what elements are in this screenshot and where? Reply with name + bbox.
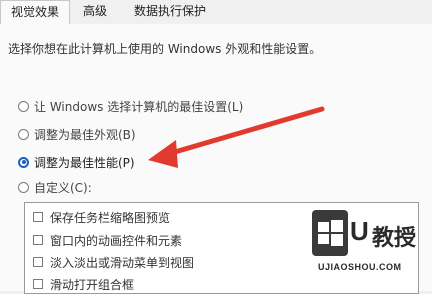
radio-custom[interactable]: 自定义(C): (18, 177, 92, 197)
checkbox-label: 淡入淡出或滑动菜单到视图 (50, 255, 195, 270)
watermark-brand-letter: U (350, 216, 369, 246)
checkbox-label: 窗口内的动画控件和元素 (50, 233, 183, 248)
checkbox-label: 保存任务栏缩略图预览 (50, 210, 171, 225)
checkbox-icon[interactable] (33, 257, 43, 267)
radio-label: 让 Windows 选择计算机的最佳设置(L) (34, 99, 244, 114)
radio-label: 调整为最佳外观(B) (34, 127, 136, 142)
radio-button-selected-icon[interactable] (18, 156, 29, 168)
intro-text: 选择你想在此计算机上使用的 Windows 外观和性能设置。 (8, 42, 322, 56)
tab-advanced[interactable]: 高级 (76, 0, 114, 23)
watermark-brand-text: 教授 (372, 226, 417, 251)
radio-button-icon[interactable] (18, 181, 29, 193)
radio-button-icon[interactable] (18, 128, 29, 140)
radio-best-performance[interactable]: 调整为最佳性能(P) (18, 152, 135, 172)
radio-label: 调整为最佳性能(P) (34, 155, 135, 170)
checkbox-icon[interactable] (33, 212, 43, 222)
radio-let-windows-choose[interactable]: 让 Windows 选择计算机的最佳设置(L) (18, 96, 243, 116)
list-item[interactable]: 窗口内的动画控件和元素 (33, 231, 182, 249)
radio-best-appearance[interactable]: 调整为最佳外观(B) (18, 124, 136, 144)
windows-logo-icon (312, 210, 348, 256)
radio-label: 自定义(C): (34, 180, 92, 195)
checkbox-label: 滑动打开组合框 (50, 277, 135, 292)
watermark-url: UJIAOSHOU.COM (318, 262, 402, 272)
list-item[interactable]: 保存任务栏缩略图预览 (33, 208, 170, 226)
radio-button-icon[interactable] (18, 100, 29, 112)
tab-visual-effects[interactable]: 视觉效果 (0, 0, 70, 25)
checkbox-icon[interactable] (33, 235, 43, 245)
watermark: U 教授 UJIAOSHOU.COM (312, 210, 428, 286)
tab-data-execution-prevention[interactable]: 数据执行保护 (122, 0, 218, 23)
list-item[interactable]: 滑动打开组合框 (33, 275, 134, 293)
list-item[interactable]: 淡入淡出或滑动菜单到视图 (33, 253, 194, 271)
checkbox-icon[interactable] (33, 279, 43, 289)
tab-bar: 视觉效果 高级 数据执行保护 (0, 0, 432, 25)
